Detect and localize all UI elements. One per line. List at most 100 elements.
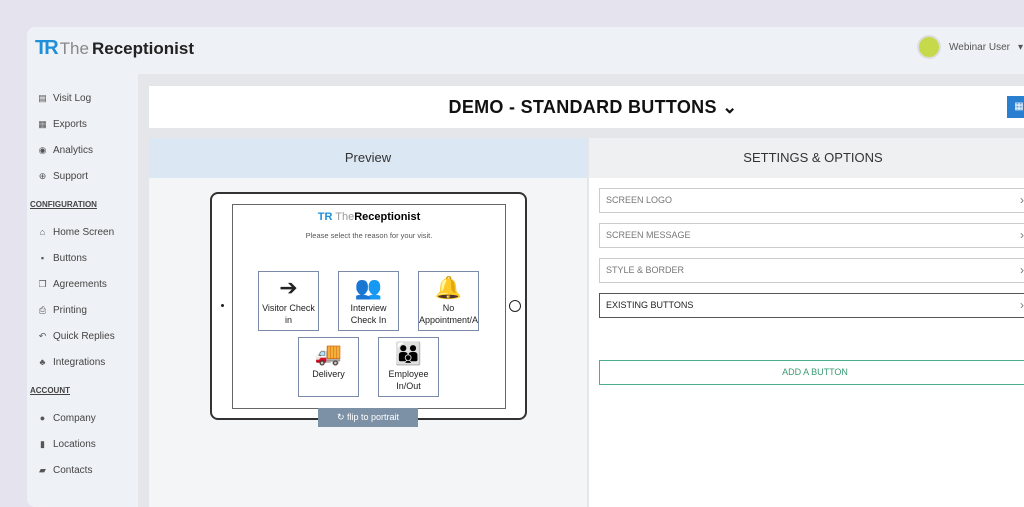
kiosk-button[interactable]: 👪 Employee In/Out [378, 337, 439, 397]
sidebar-item-quick-replies[interactable]: ↶ Quick Replies [27, 323, 137, 349]
settings-row-label: STYLE & BORDER [606, 265, 685, 275]
settings-row-existing-buttons[interactable]: EXISTING BUTTONS › [599, 293, 1024, 318]
exports-icon: ▦ [38, 118, 47, 129]
kiosk-button-icon: 🚚 [314, 341, 343, 366]
support-icon: ⊕ [38, 170, 47, 181]
sidebar-item-contacts[interactable]: ▰ Contacts [27, 457, 137, 483]
settings-row-style-border[interactable]: STYLE & BORDER › [599, 258, 1024, 283]
settings-row-screen-message[interactable]: SCREEN MESSAGE › [599, 223, 1024, 248]
kiosk-button-label: No Appointment/Assistance [419, 303, 479, 325]
caret-down-icon: ▾ [1017, 41, 1023, 53]
sidebar-item-label: Contacts [53, 464, 93, 476]
settings-row-label: SCREEN LOGO [606, 195, 673, 205]
sidebar-item-label: Buttons [53, 252, 87, 264]
main-content: DEMO - STANDARD BUTTONS ⌄ ▦ Preview TR T… [138, 74, 1024, 507]
logo-the: The [335, 211, 355, 223]
settings-row-label: SCREEN MESSAGE [606, 230, 691, 240]
sidebar-item-label: Visit Log [53, 92, 92, 104]
user-name: Webinar User [949, 41, 1010, 53]
home-screen-icon: ⌂ [39, 227, 46, 237]
qr-icon: ▦ [1014, 101, 1024, 112]
qr-code-button[interactable]: ▦ [1007, 96, 1024, 118]
tablet-frame: TR TheReceptionist Please select the rea… [210, 192, 527, 420]
sidebar-item-label: Locations [53, 438, 96, 450]
kiosk-button[interactable]: ➔ Visitor Check in [258, 271, 319, 331]
kiosk-message: Please select the reason for your visit. [305, 231, 433, 240]
sidebar-item-home-screen[interactable]: ⌂ Home Screen [27, 219, 137, 245]
settings-row-label: EXISTING BUTTONS [606, 300, 694, 310]
sidebar-item-visit-log[interactable]: ▤ Visit Log [27, 85, 137, 111]
logo-mark: TR [317, 211, 333, 223]
kiosk-screen: TR TheReceptionist Please select the rea… [232, 204, 506, 409]
section-account: ACCOUNT [30, 386, 70, 395]
buttons-icon: ▪ [40, 253, 45, 263]
sidebar-item-exports[interactable]: ▦ Exports [27, 111, 137, 137]
app-logo[interactable]: TR The Receptionist [35, 37, 194, 60]
chevron-right-icon: › [1020, 263, 1024, 277]
sidebar-item-label: Company [53, 412, 96, 424]
app-window: TR The Receptionist Webinar User ▾ ▤ Visi… [27, 27, 1024, 507]
kiosk-button-label: Delivery [312, 369, 345, 379]
sidebar-item-integrations[interactable]: ♣ Integrations [27, 349, 137, 375]
section-configuration: CONFIGURATION [30, 200, 97, 209]
camera-dot [221, 304, 224, 307]
logo-name: Receptionist [354, 211, 421, 223]
kiosk-button-icon: 👥 [354, 275, 383, 300]
sidebar-item-label: Analytics [53, 144, 94, 156]
user-menu[interactable]: Webinar User ▾ [917, 35, 1023, 59]
sidebar-item-label: Exports [53, 118, 87, 130]
contacts-icon: ▰ [39, 464, 46, 475]
quick-replies-icon: ↶ [38, 330, 47, 341]
add-button[interactable]: ADD A BUTTON [599, 360, 1024, 385]
preview-panel: Preview TR TheReceptionist Please select… [149, 138, 587, 507]
sidebar-item-locations[interactable]: ▮ Locations [27, 431, 137, 457]
company-icon: ● [39, 413, 46, 423]
kiosk-button-icon: 🔔 [434, 275, 463, 300]
title-bar: DEMO - STANDARD BUTTONS ⌄ ▦ [149, 86, 1024, 128]
logo-name: Receptionist [91, 38, 194, 58]
locations-icon: ▮ [40, 438, 45, 449]
avatar [917, 35, 942, 59]
logo-mark: TR [35, 37, 59, 59]
kiosk-button-label: Interview Check In [350, 303, 387, 325]
home-button-icon [509, 300, 521, 312]
sidebar-item-agreements[interactable]: ❐ Agreements [27, 271, 137, 297]
kiosk-button[interactable]: 👥 Interview Check In [338, 271, 399, 331]
chevron-down-icon: ⌄ [722, 96, 738, 117]
sidebar-item-label: Home Screen [53, 226, 115, 238]
integrations-icon: ♣ [39, 357, 46, 367]
sidebar-item-label: Support [53, 170, 89, 182]
logo-the: The [59, 38, 89, 58]
settings-panel: SETTINGS & OPTIONS SCREEN LOGO › SCREEN ME… [589, 138, 1024, 507]
sidebar-item-support[interactable]: ⊕ Support [27, 163, 137, 189]
kiosk-button-icon: 👪 [394, 341, 423, 366]
preview-heading: Preview [149, 138, 587, 178]
analytics-icon: ◉ [38, 144, 47, 155]
printing-icon: ⎙ [38, 304, 47, 315]
sidebar-item-label: Quick Replies [53, 330, 115, 342]
settings-heading: SETTINGS & OPTIONS [589, 138, 1024, 178]
settings-row-screen-logo[interactable]: SCREEN LOGO › [599, 188, 1024, 213]
page-title: DEMO - STANDARD BUTTONS [448, 96, 717, 117]
sidebar: ▤ Visit Log ▦ Exports ◉ Analytics ⊕ Support CON… [27, 85, 137, 483]
page-title-dropdown[interactable]: DEMO - STANDARD BUTTONS ⌄ [449, 97, 738, 118]
chevron-right-icon: › [1020, 193, 1024, 207]
sidebar-item-buttons[interactable]: ▪ Buttons [27, 245, 137, 271]
chevron-right-icon: › [1020, 228, 1024, 242]
kiosk-button-label: Employee In/Out [388, 369, 429, 391]
chevron-right-icon: › [1020, 298, 1024, 312]
agreements-icon: ❐ [38, 278, 47, 289]
sidebar-item-label: Integrations [53, 356, 106, 368]
kiosk-button-icon: ➔ [279, 275, 298, 300]
sidebar-item-printing[interactable]: ⎙ Printing [27, 297, 137, 323]
flip-to-portrait-button[interactable]: ↻ flip to portrait [318, 408, 418, 427]
kiosk-button[interactable]: 🔔 No Appointment/Assistance [418, 271, 479, 331]
sidebar-item-company[interactable]: ● Company [27, 405, 137, 431]
sidebar-item-analytics[interactable]: ◉ Analytics [27, 137, 137, 163]
sidebar-item-label: Agreements [53, 278, 107, 290]
kiosk-button-label: Visitor Check in [262, 303, 315, 325]
visit-log-icon: ▤ [38, 92, 47, 103]
sidebar-item-label: Printing [53, 304, 87, 316]
kiosk-logo: TR TheReceptionist [233, 211, 505, 223]
kiosk-button[interactable]: 🚚 Delivery [298, 337, 359, 397]
